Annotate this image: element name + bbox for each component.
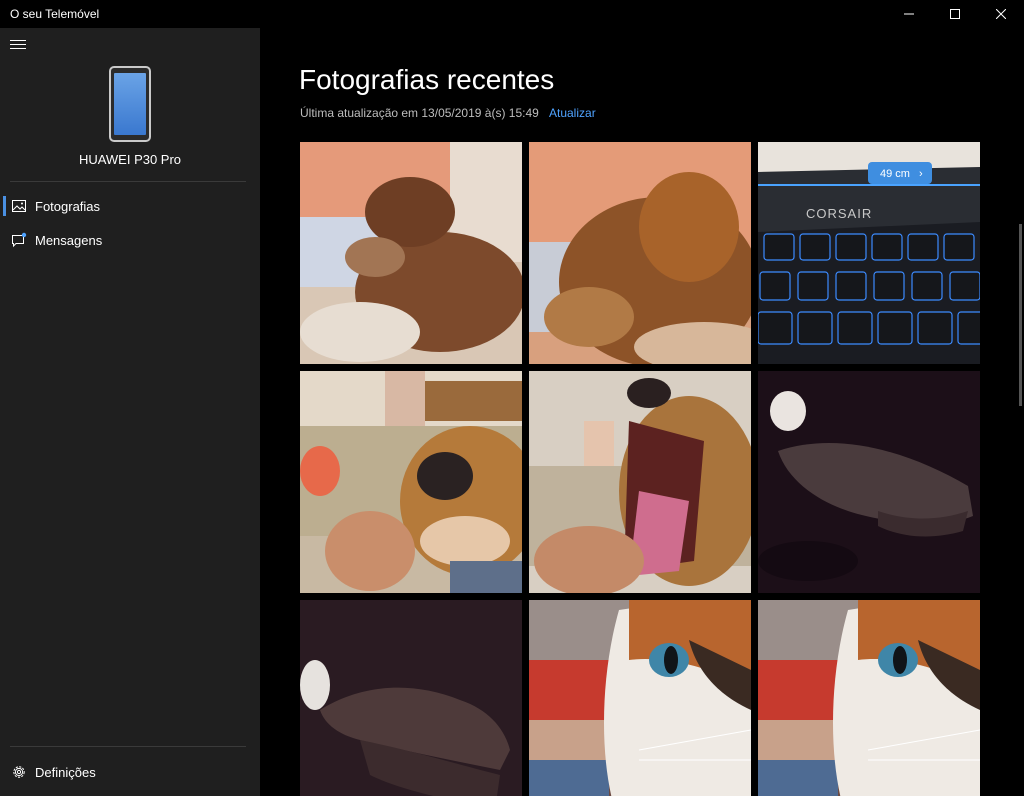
- photo-tile[interactable]: [529, 142, 751, 364]
- hamburger-icon[interactable]: [10, 40, 26, 52]
- photo-tile[interactable]: [529, 600, 751, 796]
- page-title: Fotografias recentes: [299, 64, 555, 95]
- sidebar: HUAWEI P30 Pro Fotografias Mensagens Def…: [0, 28, 260, 796]
- photo-tile[interactable]: [300, 371, 522, 593]
- photo-cat-closeup-2: [758, 600, 980, 796]
- scrollbar[interactable]: [1019, 224, 1022, 406]
- sidebar-item-label: Fotografias: [35, 198, 101, 214]
- photo-grid: CORSAIR 49 cm ›: [300, 142, 980, 796]
- photo-dog-yawning: [529, 371, 751, 593]
- photo-dog-sleeping: [300, 142, 522, 364]
- gear-icon: [11, 764, 27, 780]
- photo-keyboard: CORSAIR 49 cm ›: [758, 142, 980, 364]
- photo-dog-face: [300, 371, 522, 593]
- maximize-icon: [950, 9, 960, 19]
- maximize-button[interactable]: [932, 0, 978, 28]
- photo-tile[interactable]: [300, 142, 522, 364]
- window-title: O seu Telemóvel: [10, 7, 100, 21]
- sidebar-divider: [10, 181, 246, 182]
- svg-text:›: ›: [919, 168, 923, 180]
- photo-tile[interactable]: [529, 371, 751, 593]
- sidebar-divider-bottom: [10, 746, 246, 747]
- window-controls: [886, 0, 1024, 28]
- photo-hand-dark: [758, 371, 980, 593]
- photo-tile[interactable]: [300, 600, 522, 796]
- close-icon: [996, 9, 1006, 19]
- settings-label: Definições: [35, 764, 96, 780]
- sidebar-item-definicoes[interactable]: Definições: [0, 756, 260, 788]
- sidebar-item-mensagens[interactable]: Mensagens: [0, 224, 260, 256]
- device-name: HUAWEI P30 Pro: [78, 152, 182, 167]
- photo-dog-closeup: [529, 142, 751, 364]
- measure-label: 49 cm: [880, 168, 910, 180]
- photo-cat-closeup: [529, 600, 751, 796]
- photos-icon: [11, 198, 27, 214]
- refresh-link[interactable]: Atualizar: [549, 106, 596, 120]
- title-bar: O seu Telemóvel: [0, 0, 1024, 28]
- photo-hand-dark-2: [300, 600, 522, 796]
- close-button[interactable]: [978, 0, 1024, 28]
- photo-tile[interactable]: [758, 600, 980, 796]
- photo-tile[interactable]: CORSAIR 49 cm ›: [758, 142, 980, 364]
- phone-image: [109, 66, 151, 142]
- messages-icon: [11, 232, 27, 248]
- main-content: Fotografias recentes Última atualização …: [260, 28, 1024, 796]
- last-update-text: Última atualização em 13/05/2019 à(s) 15…: [300, 106, 539, 120]
- sidebar-item-label: Mensagens: [35, 232, 103, 248]
- sidebar-item-fotografias[interactable]: Fotografias: [0, 190, 260, 222]
- photo-tile[interactable]: [758, 371, 980, 593]
- minimize-button[interactable]: [886, 0, 932, 28]
- minimize-icon: [904, 13, 914, 15]
- keyboard-brand-text: CORSAIR: [806, 206, 872, 221]
